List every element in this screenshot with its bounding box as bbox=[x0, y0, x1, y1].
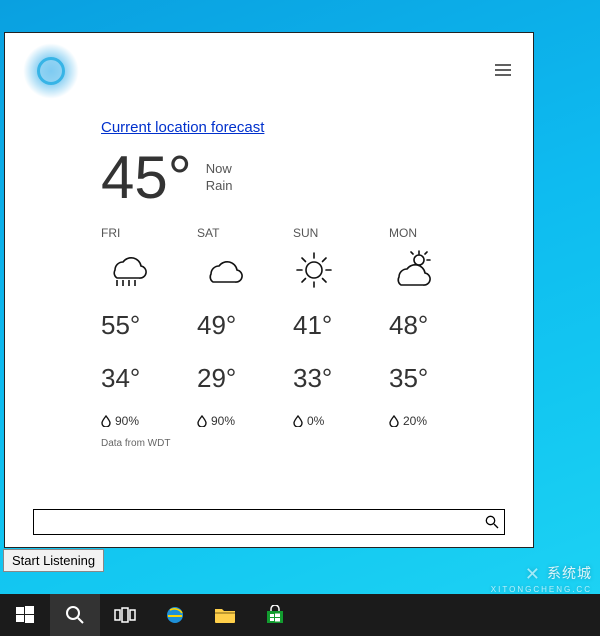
forecast-day: FRI 55° 34° 90% bbox=[101, 226, 197, 428]
raindrop-icon bbox=[389, 415, 399, 427]
windows-icon bbox=[15, 605, 35, 625]
day-label: MON bbox=[389, 226, 485, 240]
current-weather-row: 45° Now Rain bbox=[101, 148, 503, 208]
start-button[interactable] bbox=[0, 594, 50, 636]
high-temp: 55° bbox=[101, 310, 197, 341]
current-condition: Now Rain bbox=[206, 161, 233, 195]
hamburger-menu-icon[interactable] bbox=[495, 61, 511, 79]
search-button[interactable] bbox=[50, 594, 100, 636]
task-view-icon bbox=[114, 607, 136, 623]
low-temp: 35° bbox=[389, 363, 485, 394]
raindrop-icon bbox=[101, 415, 111, 427]
cortana-logo-ring bbox=[37, 57, 65, 85]
forecast-day: SUN 41° 33° bbox=[293, 226, 389, 428]
internet-explorer[interactable] bbox=[150, 594, 200, 636]
raindrop-icon bbox=[197, 415, 207, 427]
windows-store[interactable] bbox=[250, 594, 300, 636]
task-view-button[interactable] bbox=[100, 594, 150, 636]
partly-cloudy-icon bbox=[389, 248, 485, 292]
cortana-header bbox=[5, 33, 533, 89]
low-temp: 29° bbox=[197, 363, 293, 394]
forecast-days: FRI 55° 34° 90% bbox=[101, 226, 503, 428]
forecast-day: SAT 49° 29° 90% bbox=[197, 226, 293, 428]
precip-row: 20% bbox=[389, 414, 485, 428]
watermark: ✕ 系统城 XITONGCHENG.CC bbox=[491, 563, 592, 594]
precip-value: 0% bbox=[307, 414, 324, 428]
high-temp: 41° bbox=[293, 310, 389, 341]
low-temp: 33° bbox=[293, 363, 389, 394]
weather-card: Current location forecast 45° Now Rain F… bbox=[5, 89, 533, 449]
condition-label: Rain bbox=[206, 178, 233, 195]
raindrop-icon bbox=[293, 415, 303, 427]
day-label: FRI bbox=[101, 226, 197, 240]
cortana-search-bar[interactable] bbox=[33, 509, 505, 535]
precip-value: 20% bbox=[403, 414, 427, 428]
precip-row: 0% bbox=[293, 414, 389, 428]
forecast-day: MON 48° 35° bbox=[389, 226, 485, 428]
precip-value: 90% bbox=[211, 414, 235, 428]
search-icon bbox=[65, 605, 85, 625]
precip-value: 90% bbox=[115, 414, 139, 428]
sun-icon bbox=[293, 248, 389, 292]
precip-row: 90% bbox=[197, 414, 293, 428]
search-input[interactable] bbox=[34, 510, 480, 534]
cortana-window: Current location forecast 45° Now Rain F… bbox=[4, 32, 534, 548]
data-attribution: Data from WDT bbox=[101, 438, 503, 449]
store-icon bbox=[265, 605, 285, 625]
desktop: Current location forecast 45° Now Rain F… bbox=[0, 0, 600, 636]
file-explorer[interactable] bbox=[200, 594, 250, 636]
cloud-icon bbox=[197, 248, 293, 292]
taskbar bbox=[0, 594, 600, 636]
day-label: SAT bbox=[197, 226, 293, 240]
rain-icon bbox=[101, 248, 197, 292]
start-listening-button[interactable]: Start Listening bbox=[3, 549, 104, 572]
high-temp: 49° bbox=[197, 310, 293, 341]
high-temp: 48° bbox=[389, 310, 485, 341]
day-label: SUN bbox=[293, 226, 389, 240]
ie-icon bbox=[164, 604, 186, 626]
search-icon[interactable] bbox=[480, 515, 504, 529]
now-label: Now bbox=[206, 161, 233, 178]
low-temp: 34° bbox=[101, 363, 197, 394]
folder-icon bbox=[214, 606, 236, 624]
current-location-forecast-link[interactable]: Current location forecast bbox=[101, 119, 264, 136]
current-temperature: 45° bbox=[101, 148, 192, 208]
precip-row: 90% bbox=[101, 414, 197, 428]
